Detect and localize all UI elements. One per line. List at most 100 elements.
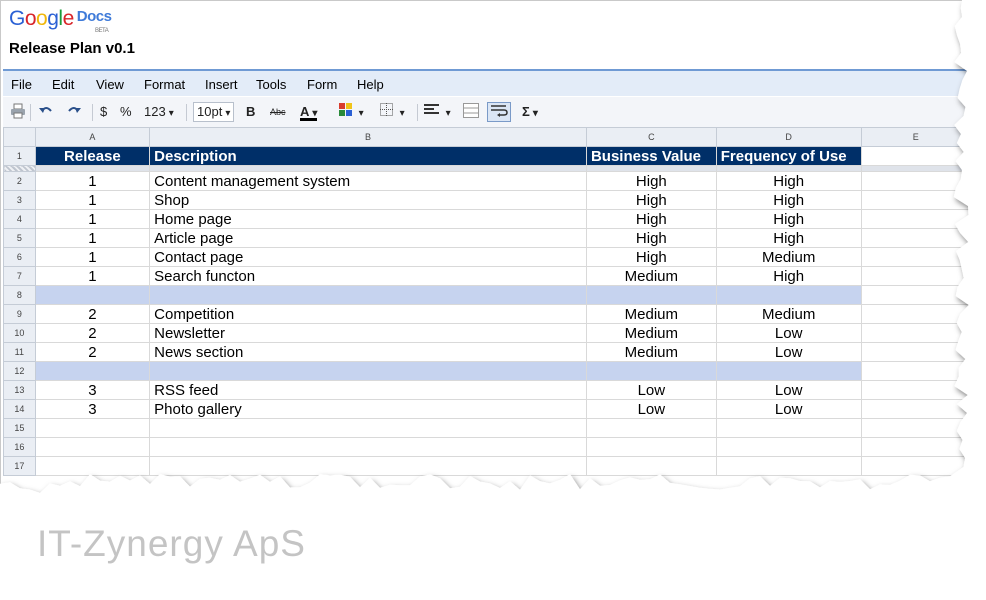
row-number[interactable]: 13 — [3, 380, 36, 400]
text-color-dropdown[interactable]: A — [300, 103, 318, 121]
row-number[interactable]: 12 — [3, 361, 36, 381]
cell-release[interactable]: 2 — [34, 342, 151, 362]
cell-frequency[interactable]: Low — [715, 399, 862, 419]
cell-business-value[interactable]: High — [585, 209, 717, 229]
cell-frequency[interactable]: Low — [715, 323, 862, 343]
cell-business-value[interactable]: Medium — [585, 304, 717, 324]
cell-frequency[interactable]: High — [715, 190, 862, 210]
borders-icon[interactable] — [380, 103, 405, 121]
cell-frequency[interactable]: High — [715, 209, 862, 229]
menu-help[interactable]: Help — [357, 77, 384, 92]
cell-business-value[interactable]: Medium — [585, 342, 717, 362]
empty-cell[interactable] — [860, 380, 971, 400]
cell-description[interactable] — [149, 361, 587, 381]
align-icon[interactable] — [424, 103, 451, 121]
document-title[interactable]: Release Plan v0.1 — [9, 40, 135, 57]
cell-frequency[interactable] — [715, 418, 862, 438]
column-header-c[interactable]: C — [585, 127, 717, 147]
number-format-dropdown[interactable]: 123 — [144, 103, 174, 121]
menu-file[interactable]: File — [11, 77, 32, 92]
cell-frequency[interactable]: Low — [715, 380, 862, 400]
cell-frequency[interactable]: High — [715, 171, 862, 191]
empty-cell[interactable] — [860, 266, 971, 286]
cell-description[interactable]: Shop — [149, 190, 587, 210]
row-number[interactable]: 7 — [3, 266, 36, 286]
cell-business-value[interactable]: Medium — [585, 323, 717, 343]
empty-cell[interactable] — [860, 190, 971, 210]
header-cell-release[interactable]: Release — [34, 146, 151, 166]
row-number[interactable]: 14 — [3, 399, 36, 419]
header-cell-description[interactable]: Description — [149, 146, 587, 166]
empty-cell[interactable] — [860, 456, 971, 476]
cell-frequency[interactable]: Medium — [715, 304, 862, 324]
cell-business-value[interactable] — [585, 456, 717, 476]
wrap-icon[interactable] — [487, 102, 511, 122]
sum-dropdown[interactable]: Σ — [522, 103, 538, 121]
empty-cell[interactable] — [860, 361, 971, 381]
menu-format[interactable]: Format — [144, 77, 185, 92]
cell-release[interactable]: 3 — [34, 380, 151, 400]
empty-cell[interactable] — [860, 342, 971, 362]
currency-button[interactable]: $ — [100, 103, 107, 121]
empty-cell[interactable] — [860, 304, 971, 324]
cell-description[interactable]: News section — [149, 342, 587, 362]
cell-frequency[interactable]: High — [715, 266, 862, 286]
cell-description[interactable]: Content management system — [149, 171, 587, 191]
row-number[interactable]: 16 — [3, 437, 36, 457]
menu-form[interactable]: Form — [307, 77, 337, 92]
cell-business-value[interactable]: Low — [585, 380, 717, 400]
cell-description[interactable]: Article page — [149, 228, 587, 248]
cell-description[interactable] — [149, 285, 587, 305]
google-docs-logo[interactable]: Google Docs BETA — [9, 7, 112, 35]
bold-button[interactable]: B — [246, 103, 255, 121]
cell-description[interactable] — [149, 456, 587, 476]
empty-cell[interactable] — [860, 228, 971, 248]
cell-business-value[interactable] — [585, 437, 717, 457]
row-number[interactable]: 10 — [3, 323, 36, 343]
cell-frequency[interactable] — [715, 361, 862, 381]
cell-frequency[interactable] — [715, 456, 862, 476]
print-icon[interactable] — [10, 103, 26, 121]
cell-frequency[interactable] — [715, 285, 862, 305]
empty-cell[interactable] — [860, 209, 971, 229]
font-size-dropdown[interactable]: 10pt — [193, 102, 235, 122]
cell-business-value[interactable]: High — [585, 171, 717, 191]
cell-business-value[interactable]: Medium — [585, 266, 717, 286]
menu-view[interactable]: View — [96, 77, 124, 92]
menu-edit[interactable]: Edit — [52, 77, 74, 92]
row-number[interactable]: 4 — [3, 209, 36, 229]
row-number[interactable]: 15 — [3, 418, 36, 438]
undo-icon[interactable] — [38, 103, 54, 121]
cell-release[interactable]: 1 — [34, 228, 151, 248]
cell-release[interactable]: 3 — [34, 399, 151, 419]
redo-icon[interactable] — [66, 103, 82, 121]
cell-business-value[interactable]: High — [585, 228, 717, 248]
cell-frequency[interactable] — [715, 437, 862, 457]
percent-button[interactable]: % — [120, 103, 132, 121]
menu-insert[interactable]: Insert — [205, 77, 238, 92]
header-cell-frequency-of-use[interactable]: Frequency of Use — [715, 146, 862, 166]
empty-cell[interactable] — [860, 247, 971, 267]
cell-frequency[interactable]: Medium — [715, 247, 862, 267]
cell-description[interactable] — [149, 437, 587, 457]
row-number[interactable]: 17 — [3, 456, 36, 476]
menu-tools[interactable]: Tools — [256, 77, 286, 92]
row-number[interactable]: 1 — [3, 146, 36, 166]
cell-release[interactable] — [34, 456, 151, 476]
cell-description[interactable]: Search functon — [149, 266, 587, 286]
header-cell-business-value[interactable]: Business Value — [585, 146, 717, 166]
cell-release[interactable]: 2 — [34, 323, 151, 343]
cell-business-value[interactable] — [585, 285, 717, 305]
cell-release[interactable]: 2 — [34, 304, 151, 324]
cell-business-value[interactable] — [585, 418, 717, 438]
cell-release[interactable]: 1 — [34, 266, 151, 286]
row-number[interactable]: 2 — [3, 171, 36, 191]
row-number[interactable]: 6 — [3, 247, 36, 267]
column-header-a[interactable]: A — [34, 127, 151, 147]
cell-description[interactable]: RSS feed — [149, 380, 587, 400]
cell-description[interactable]: Contact page — [149, 247, 587, 267]
cell-frequency[interactable]: High — [715, 228, 862, 248]
cell-business-value[interactable] — [585, 361, 717, 381]
cell-release[interactable]: 1 — [34, 209, 151, 229]
empty-cell[interactable] — [860, 437, 971, 457]
